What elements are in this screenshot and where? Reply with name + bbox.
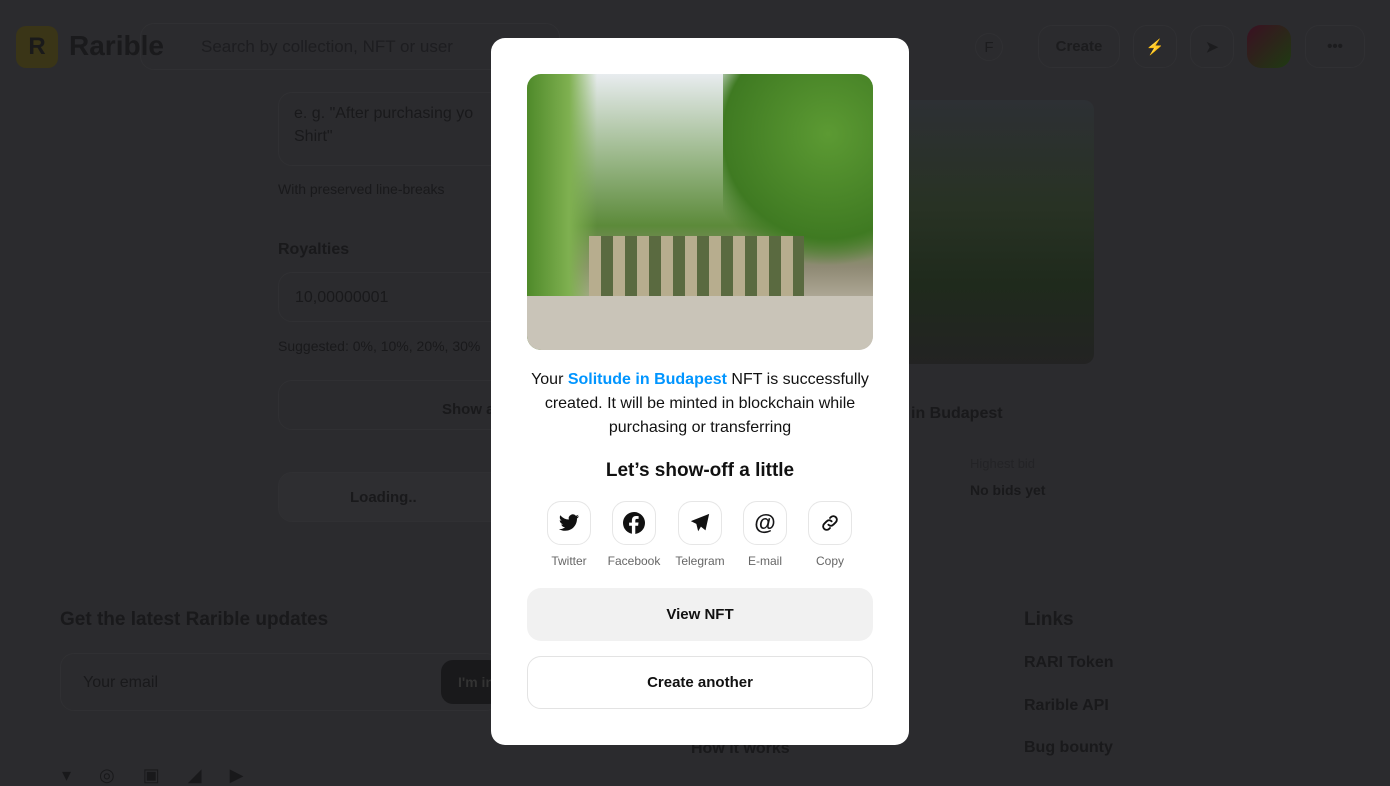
share-label: E-mail (747, 554, 782, 568)
description-hint: With preserved line-breaks (278, 181, 445, 197)
copy-link-button[interactable]: Copy (797, 501, 863, 568)
nft-name-link[interactable]: Solitude in Budapest (568, 371, 727, 388)
preview-title: in Budapest (911, 405, 1003, 422)
facebook-icon (612, 501, 656, 545)
share-telegram-button[interactable]: Telegram (667, 501, 733, 568)
more-icon[interactable]: ••• (1305, 25, 1365, 68)
email-icon: @ (743, 501, 787, 545)
share-title: Let’s show-off a little (605, 460, 795, 481)
lightning-icon[interactable]: ⚡ (1133, 25, 1177, 68)
create-button[interactable]: Create (1038, 25, 1120, 68)
nft-image-balustrade (589, 236, 804, 296)
highest-bid-value: No bids yet (970, 482, 1046, 498)
royalties-label: Royalties (278, 241, 350, 258)
rarible-logo[interactable]: R (16, 26, 58, 68)
description-placeholder: e. g. "After purchasing yo (294, 105, 474, 122)
updates-title: Get the latest Rarible updates (60, 609, 329, 630)
share-email-button[interactable]: @ E-mail (732, 501, 798, 568)
link-rari-token[interactable]: RARI Token (1024, 654, 1113, 672)
share-facebook-button[interactable]: Facebook (601, 501, 667, 568)
twitter-icon (547, 501, 591, 545)
share-label: Copy (815, 554, 844, 568)
preview-image (880, 100, 1094, 364)
share-label: Telegram (675, 554, 725, 568)
user-initial-badge[interactable]: F (975, 33, 1003, 61)
nft-image-ground (527, 296, 873, 350)
link-bug-bounty[interactable]: Bug bounty (1024, 739, 1113, 757)
royalties-input[interactable]: 10,00000001 (278, 272, 518, 322)
nft-created-modal: Your Solitude in Budapest NFT is success… (491, 38, 909, 745)
view-nft-button[interactable]: View NFT (527, 588, 873, 641)
msg-prefix: Your (531, 371, 568, 388)
link-icon (808, 501, 852, 545)
send-icon[interactable]: ➤ (1190, 25, 1234, 68)
avatar[interactable] (1247, 25, 1291, 68)
share-twitter-button[interactable]: Twitter (536, 501, 602, 568)
link-rarible-api[interactable]: Rarible API (1024, 697, 1109, 715)
loading-button: Loading.. (278, 472, 518, 522)
description-placeholder-2: Shirt" (294, 128, 333, 145)
share-label: Twitter (551, 554, 587, 568)
footer-social-icons[interactable]: ▾◎▣◢▶ (62, 765, 271, 786)
nft-image (527, 74, 873, 350)
telegram-icon (678, 501, 722, 545)
share-label: Facebook (607, 554, 661, 568)
links-title: Links (1024, 609, 1074, 630)
show-advanced-button[interactable]: Show a (278, 380, 518, 430)
highest-bid-label: Highest bid (970, 456, 1036, 471)
create-another-button[interactable]: Create another (527, 656, 873, 709)
success-message: Your Solitude in Budapest NFT is success… (521, 368, 879, 440)
email-input[interactable]: Your email (60, 653, 500, 711)
royalties-hint: Suggested: 0%, 10%, 20%, 30% (278, 338, 481, 354)
